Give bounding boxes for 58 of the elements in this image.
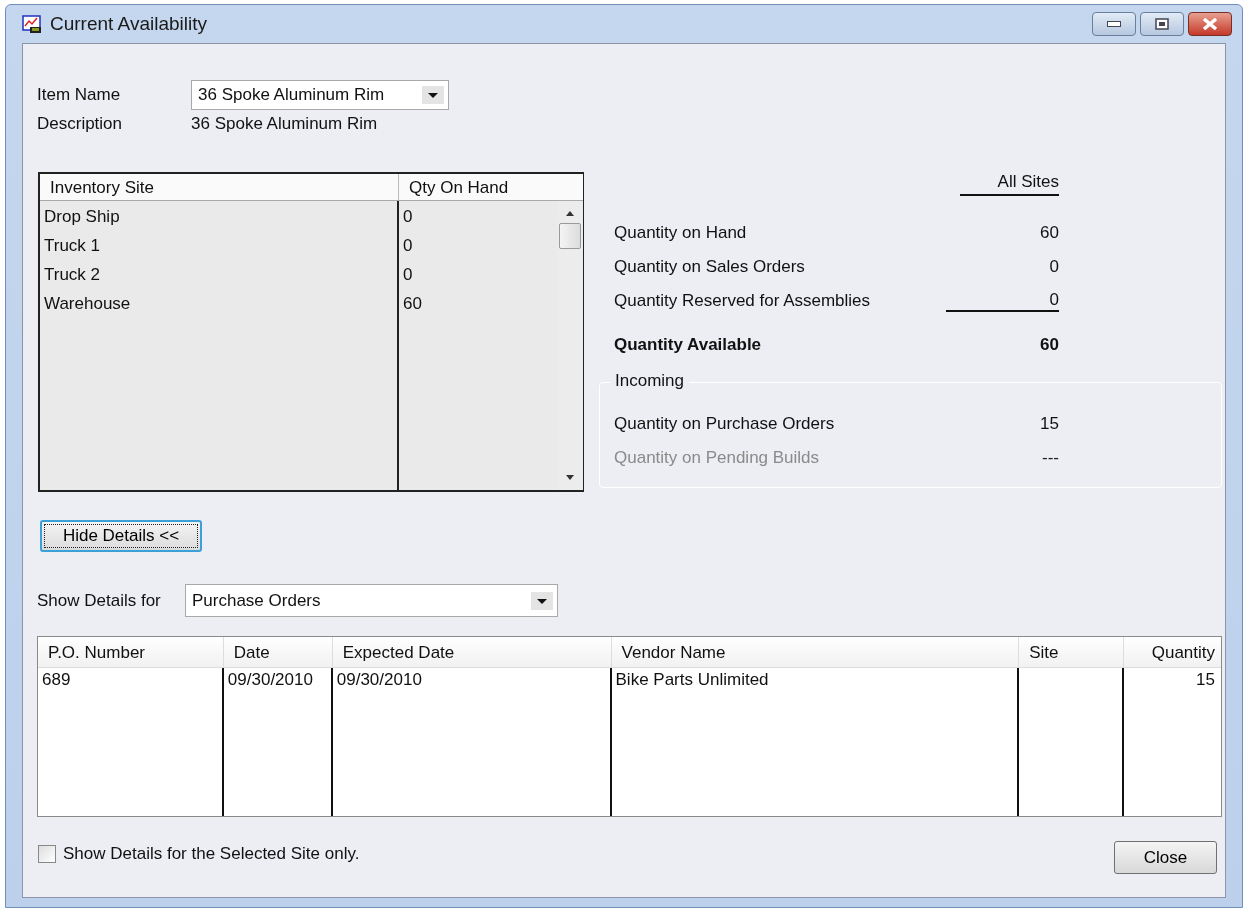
table-cell-text: Bike Parts Unlimited — [614, 669, 770, 691]
close-dialog-button[interactable]: Close — [1114, 841, 1217, 874]
maximize-icon — [1155, 18, 1169, 30]
summary-label: Quantity Reserved for Assemblies — [614, 291, 871, 311]
table-cell-text: 09/30/2010 — [226, 669, 314, 691]
summary-value: 60 — [1040, 223, 1059, 243]
description-label: Description — [37, 114, 124, 134]
incoming-label: Quantity on Purchase Orders — [614, 414, 835, 434]
table-cell-text: 689 — [41, 669, 72, 691]
close-icon — [1202, 18, 1218, 30]
minimize-icon — [1107, 21, 1121, 27]
column-heading: All Sites — [959, 172, 1059, 196]
column-header[interactable]: Qty On Hand — [399, 174, 557, 200]
column-header[interactable]: Inventory Site — [40, 174, 399, 200]
table-cell-text: Truck 2 — [43, 265, 102, 286]
table-cell-text: 0 — [402, 207, 414, 228]
maximize-button[interactable] — [1140, 12, 1184, 36]
hide-details-button[interactable]: Hide Details << — [40, 520, 202, 552]
summary-label: Quantity on Hand — [614, 223, 747, 243]
summary-label: Quantity Available — [614, 335, 762, 355]
item-name-dropdown[interactable]: 36 Spoke Aluminum Rim — [191, 80, 449, 110]
incoming-label: Quantity on Pending Builds — [614, 448, 820, 468]
checkbox-label[interactable]: Show Details for the Selected Site only. — [63, 843, 360, 864]
summary-value: 0 — [945, 290, 1059, 312]
item-name-label: Item Name — [37, 85, 122, 105]
incoming-value: --- — [1042, 448, 1059, 468]
column-header[interactable]: P.O. Number — [38, 637, 224, 667]
show-details-label: Show Details for — [37, 590, 162, 611]
checkbox[interactable] — [38, 844, 56, 863]
caret-icon — [531, 591, 553, 610]
scroll-down-icon[interactable] — [565, 474, 575, 482]
summary-value: 60 — [1040, 335, 1059, 355]
column-header[interactable]: Date — [223, 637, 333, 667]
scroll-up-icon[interactable] — [565, 209, 575, 217]
summary-label: Quantity on Sales Orders — [614, 257, 805, 277]
table-cell-text: 15 — [1195, 669, 1216, 691]
window-title: Current Availability — [50, 13, 207, 35]
column-header[interactable]: Quantity — [1124, 637, 1221, 667]
incoming-value: 15 — [1040, 414, 1059, 434]
column-header[interactable]: Expected Date — [332, 637, 612, 667]
table-cell-text: Warehouse — [43, 294, 132, 315]
show-details-dropdown[interactable]: Purchase Orders — [185, 584, 558, 617]
group-title: Incoming — [610, 371, 689, 391]
caret-icon — [422, 86, 444, 104]
table-cell-text: Truck 1 — [43, 236, 102, 257]
table-cell-text: 0 — [402, 265, 414, 286]
scroll-thumb[interactable] — [559, 223, 581, 249]
description-value: 36 Spoke Aluminum Rim — [191, 114, 378, 134]
column-header[interactable]: Site — [1019, 637, 1125, 667]
summary-value: 0 — [1049, 257, 1059, 277]
table-cell-text: 60 — [402, 294, 423, 315]
chart-icon — [22, 14, 42, 34]
table-cell-text: Drop Ship — [43, 207, 121, 228]
column-header[interactable]: Vendor Name — [611, 637, 1020, 667]
close-button[interactable] — [1188, 12, 1232, 36]
table-cell-text: 09/30/2010 — [335, 669, 423, 691]
minimize-button[interactable] — [1092, 12, 1136, 36]
table-cell-text: 0 — [402, 236, 414, 257]
